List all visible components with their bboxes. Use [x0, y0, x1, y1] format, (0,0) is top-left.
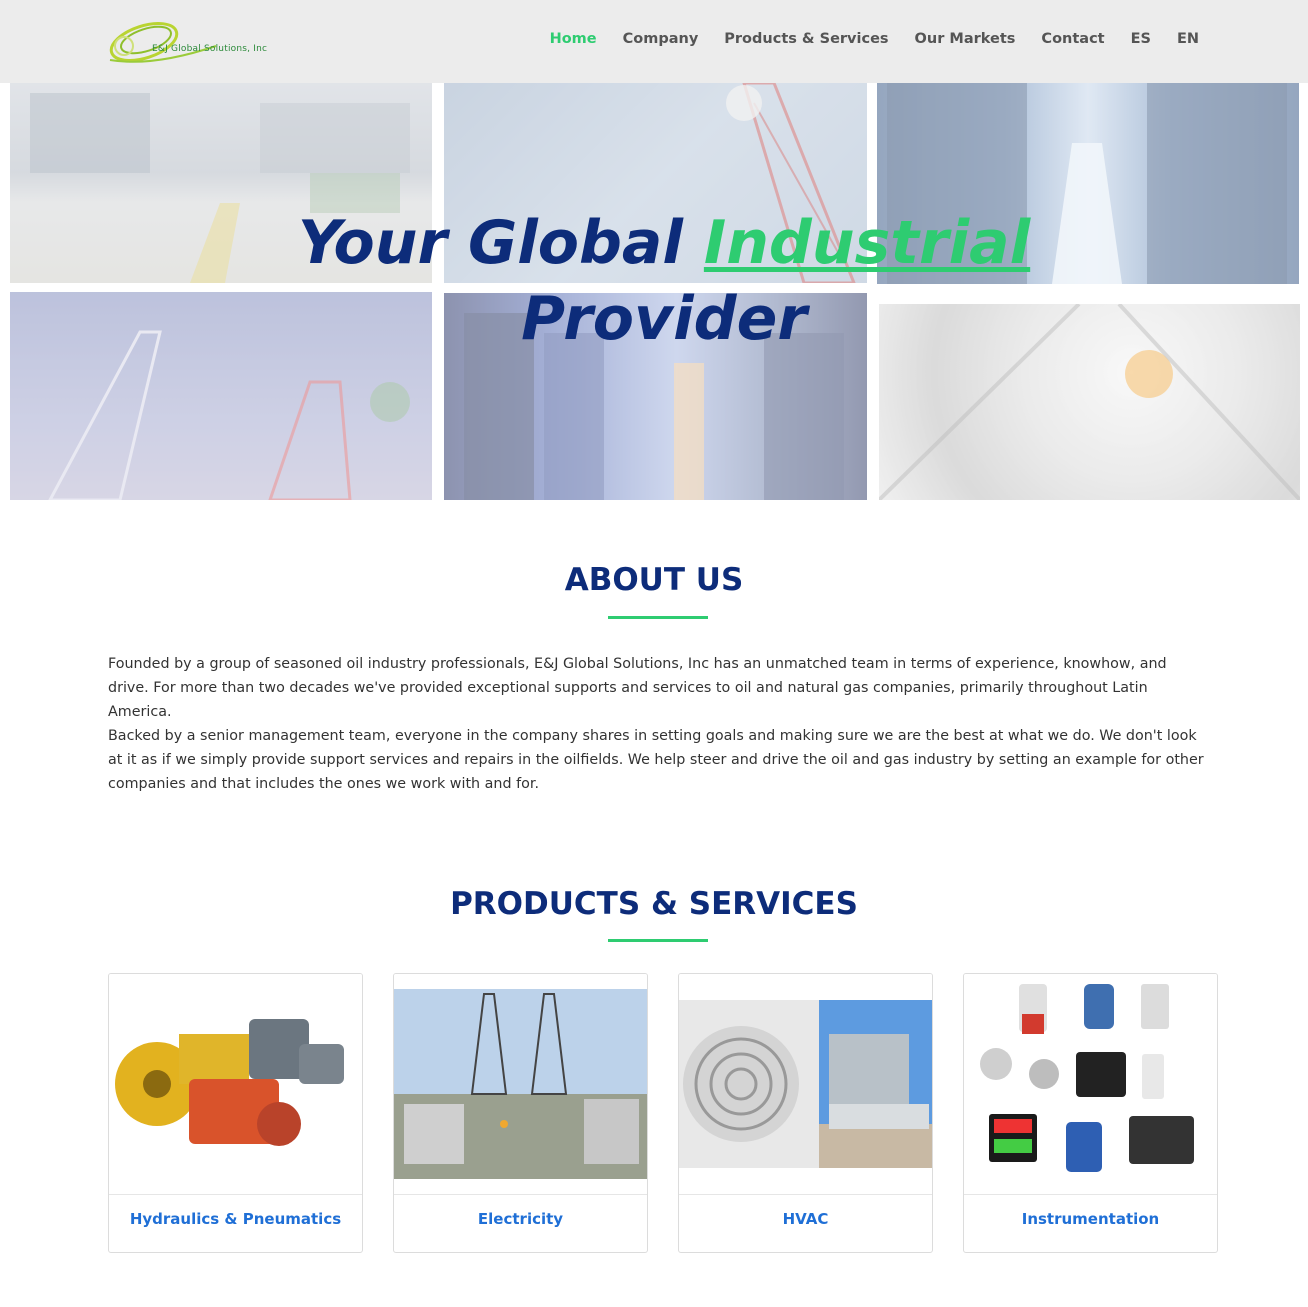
- hydraulic-pumps-photo: [109, 974, 362, 1194]
- about-paragraph-2: Backed by a senior management team, ever…: [108, 728, 1204, 792]
- product-card-electricity[interactable]: Electricity: [393, 973, 648, 1253]
- card-divider: [394, 1194, 647, 1195]
- products-title: PRODUCTS & SERVICES: [450, 886, 858, 922]
- electrical-substation-photo: [394, 974, 647, 1194]
- products-title-underline: [608, 939, 708, 942]
- card-divider: [679, 1194, 932, 1195]
- about-title-underline: [608, 616, 708, 619]
- nav-contact[interactable]: Contact: [1028, 28, 1117, 50]
- nav-our-markets[interactable]: Our Markets: [902, 28, 1029, 50]
- air-conditioner-unit-photo: [679, 974, 932, 1194]
- nav-lang-es[interactable]: ES: [1118, 28, 1164, 50]
- product-card-label[interactable]: Hydraulics & Pneumatics: [109, 1210, 362, 1228]
- main-nav: Home Company Products & Services Our Mar…: [537, 28, 1212, 50]
- swoosh-logo-icon: [109, 22, 217, 63]
- hero-banner: Your Global Industrial Provider: [0, 83, 1308, 503]
- company-logo[interactable]: E&J Global Solutions, Inc: [106, 16, 286, 68]
- product-card-hvac[interactable]: HVAC: [678, 973, 933, 1253]
- instruments-collection-photo: [964, 974, 1217, 1194]
- hero-title: Your Global Industrial Provider: [0, 205, 1308, 357]
- nav-home[interactable]: Home: [537, 28, 610, 50]
- top-navbar: E&J Global Solutions, Inc Home Company P…: [0, 0, 1308, 83]
- product-card-label[interactable]: Instrumentation: [964, 1210, 1217, 1228]
- product-card-instrumentation[interactable]: Instrumentation: [963, 973, 1218, 1253]
- product-card-label[interactable]: Electricity: [394, 1210, 647, 1228]
- hero-title-part1: Your Global: [297, 208, 704, 278]
- logo-text: E&J Global Solutions, Inc: [152, 44, 268, 54]
- product-card-hydraulics[interactable]: Hydraulics & Pneumatics: [108, 973, 363, 1253]
- about-paragraph-1: Founded by a group of seasoned oil indus…: [108, 656, 1167, 720]
- hero-title-accent: Industrial: [703, 208, 1031, 278]
- card-divider: [109, 1194, 362, 1195]
- product-card-label[interactable]: HVAC: [679, 1210, 932, 1228]
- nav-products-services[interactable]: Products & Services: [711, 28, 901, 50]
- nav-company[interactable]: Company: [610, 28, 712, 50]
- about-title: ABOUT US: [564, 562, 744, 598]
- card-divider: [964, 1194, 1217, 1195]
- nav-lang-en[interactable]: EN: [1164, 28, 1212, 50]
- hero-title-part2: Provider: [521, 284, 807, 354]
